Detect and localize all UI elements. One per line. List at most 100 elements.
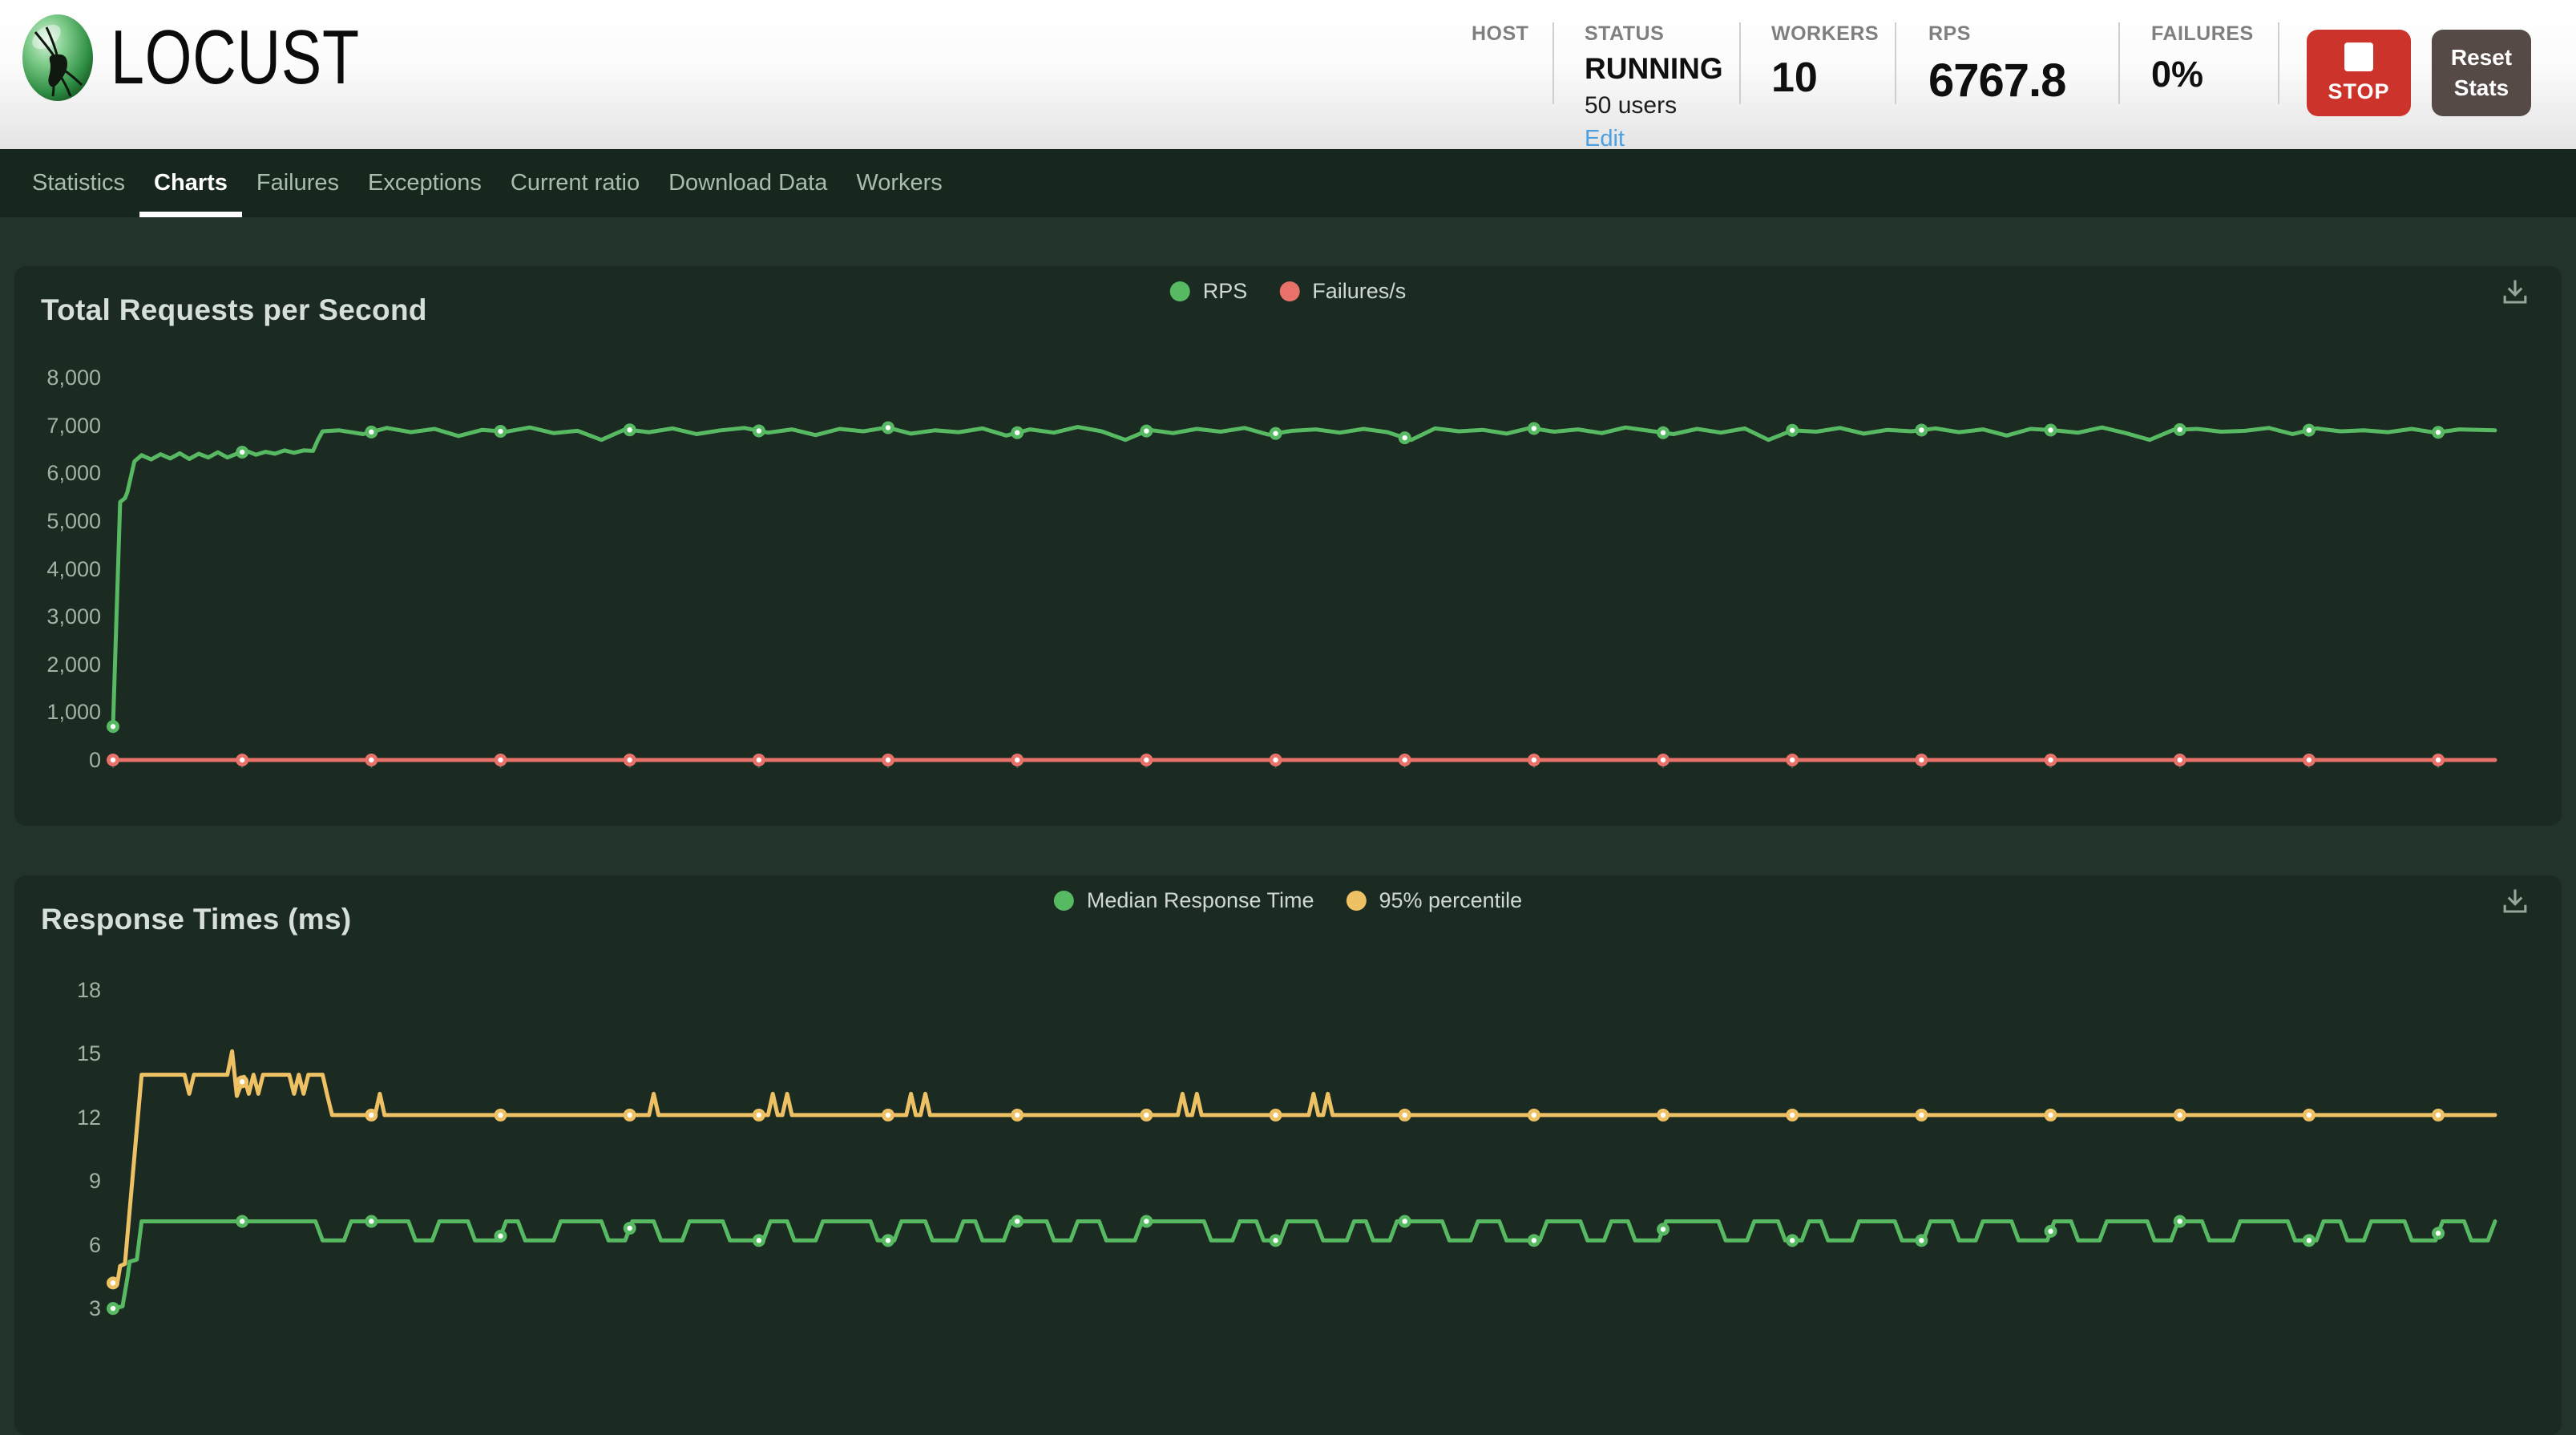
divider xyxy=(1739,22,1741,104)
data-point-marker-center xyxy=(1661,430,1666,435)
data-point-marker-center xyxy=(2307,1113,2312,1118)
series-line-95-percentile xyxy=(113,1051,2495,1283)
data-point-marker-center xyxy=(1790,1113,1795,1118)
data-point-marker-center xyxy=(2178,1219,2182,1223)
data-point-marker-center xyxy=(1273,430,1278,435)
tab-label: Workers xyxy=(856,170,942,196)
header: LOCUST HOST STATUS RUNNING 50 users Edit… xyxy=(0,0,2576,149)
data-point-marker-center xyxy=(240,758,244,762)
stop-button[interactable]: STOP xyxy=(2307,30,2411,116)
data-point-marker-center xyxy=(498,758,503,762)
reset-label-line1: Reset xyxy=(2451,42,2512,73)
data-point-marker-center xyxy=(2048,1113,2053,1118)
data-point-marker-center xyxy=(1532,426,1536,430)
user-count: 50 users xyxy=(1585,92,1723,119)
data-point-marker-center xyxy=(2048,758,2053,762)
divider xyxy=(1552,22,1554,104)
data-point-marker-center xyxy=(111,758,115,762)
data-point-marker-center xyxy=(111,724,115,729)
status-label: STATUS xyxy=(1585,22,1723,46)
data-point-marker-center xyxy=(886,425,890,430)
data-point-marker-center xyxy=(2436,758,2441,762)
data-point-marker-center xyxy=(2307,427,2312,432)
data-point-marker-center xyxy=(111,1306,115,1311)
data-point-marker-center xyxy=(1273,1113,1278,1118)
tab-charts[interactable]: Charts xyxy=(139,149,242,217)
data-point-marker-center xyxy=(757,428,761,433)
y-axis-label: 5,000 xyxy=(14,508,101,534)
data-point-marker-center xyxy=(1015,758,1019,762)
y-axis-label: 6 xyxy=(14,1232,101,1258)
data-point-marker-center xyxy=(1015,1219,1019,1223)
data-point-marker-center xyxy=(2307,758,2312,762)
tab-label: Download Data xyxy=(668,170,827,196)
series-line-median-response-time xyxy=(113,1222,2495,1309)
tab-label: Statistics xyxy=(32,170,125,196)
y-axis-label: 3 xyxy=(14,1296,101,1321)
data-point-marker-center xyxy=(1403,435,1407,440)
data-point-marker-center xyxy=(2048,427,2053,432)
rps-value: 6767.8 xyxy=(1928,54,2065,107)
data-point-marker-center xyxy=(1403,1219,1407,1223)
tab-statistics[interactable]: Statistics xyxy=(18,149,139,217)
data-point-marker-center xyxy=(369,1219,373,1223)
data-point-marker-center xyxy=(1919,758,1924,762)
y-axis-label: 4,000 xyxy=(14,556,101,582)
y-axis-label: 3,000 xyxy=(14,604,101,629)
data-point-marker-center xyxy=(1919,1238,1924,1243)
reset-stats-button[interactable]: Reset Stats xyxy=(2432,30,2531,116)
data-point-marker-center xyxy=(1790,758,1795,762)
y-axis-label: 0 xyxy=(14,747,101,773)
data-point-marker-center xyxy=(1661,1113,1666,1118)
data-point-marker-center xyxy=(498,429,503,434)
divider xyxy=(2278,22,2279,104)
tab-label: Failures xyxy=(256,170,339,196)
divider xyxy=(1895,22,1896,104)
y-axis-label: 15 xyxy=(14,1041,101,1066)
rps-chart-canvas[interactable] xyxy=(14,266,2562,826)
data-point-marker-center xyxy=(1403,1113,1407,1118)
data-point-marker-center xyxy=(369,430,373,435)
rps-chart-panel: Total Requests per Second RPS Failures/s… xyxy=(14,266,2562,826)
stat-rps: RPS 6767.8 xyxy=(1928,22,2065,107)
y-axis-label: 2,000 xyxy=(14,652,101,677)
tab-exceptions[interactable]: Exceptions xyxy=(353,149,496,217)
stat-failures: FAILURES 0% xyxy=(2151,22,2254,95)
tab-download-data[interactable]: Download Data xyxy=(654,149,842,217)
tab-failures[interactable]: Failures xyxy=(242,149,353,217)
y-axis-label: 18 xyxy=(14,977,101,1003)
data-point-marker-center xyxy=(757,1113,761,1118)
data-point-marker-center xyxy=(1144,1113,1149,1118)
y-axis-label: 6,000 xyxy=(14,460,101,486)
stop-icon xyxy=(2344,42,2373,71)
tab-current-ratio[interactable]: Current ratio xyxy=(496,149,654,217)
y-axis-label: 8,000 xyxy=(14,365,101,390)
data-point-marker-center xyxy=(627,1226,632,1231)
stat-host: HOST xyxy=(1472,22,1528,46)
data-point-marker-center xyxy=(886,758,890,762)
data-point-marker-center xyxy=(627,427,632,432)
data-point-marker-center xyxy=(2178,758,2182,762)
response-times-chart-canvas[interactable] xyxy=(14,875,2562,1435)
stat-workers: WORKERS 10 xyxy=(1771,22,1879,102)
data-point-marker-center xyxy=(369,758,373,762)
workers-value: 10 xyxy=(1771,54,1879,102)
data-point-marker-center xyxy=(1015,1113,1019,1118)
host-label: HOST xyxy=(1472,22,1528,46)
data-point-marker-center xyxy=(757,1238,761,1243)
data-point-marker-center xyxy=(1144,1219,1149,1223)
data-point-marker-center xyxy=(1532,1238,1536,1243)
data-point-marker-center xyxy=(498,1113,503,1118)
data-point-marker-center xyxy=(1919,427,1924,432)
status-value: RUNNING xyxy=(1585,52,1723,86)
stats-bar: HOST STATUS RUNNING 50 users Edit WORKER… xyxy=(0,0,2576,149)
data-point-marker-center xyxy=(627,1113,632,1118)
workers-label: WORKERS xyxy=(1771,22,1879,46)
data-point-marker-center xyxy=(498,1234,503,1239)
data-point-marker-center xyxy=(886,1113,890,1118)
response-times-chart-panel: Response Times (ms) Median Response Time… xyxy=(14,875,2562,1435)
data-point-marker-center xyxy=(1661,758,1666,762)
tab-workers[interactable]: Workers xyxy=(842,149,956,217)
rps-label: RPS xyxy=(1928,22,2065,46)
data-point-marker-center xyxy=(2178,1113,2182,1118)
